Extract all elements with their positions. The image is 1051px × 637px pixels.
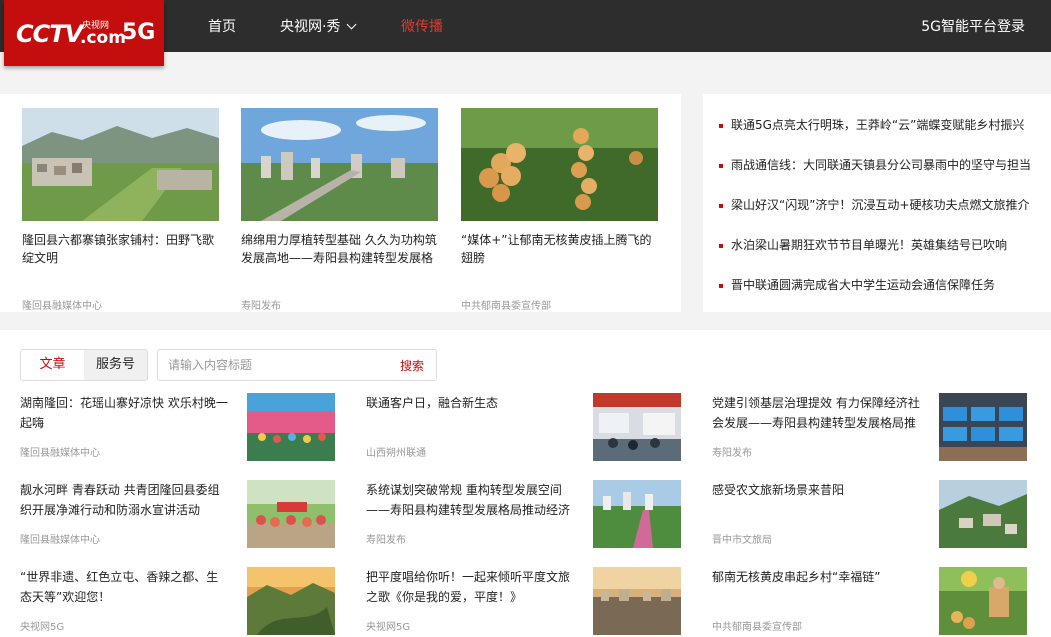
article-list-panel: 文章 服务号 搜索 湖南隆回：花瑶山寨好凉快 欢乐村晚一起嗨 隆回县融媒体中心 … <box>0 330 1051 637</box>
tab-service-accounts[interactable]: 服务号 <box>84 350 147 380</box>
headline-text: 梁山好汉“闪现”济宁！沉浸互动+硬核功夫点燃文旅推介 <box>731 198 1030 212</box>
article-source: 中共郁南县委宣传部 <box>712 622 802 633</box>
headline-item[interactable]: 水泊梁山暑期狂欢节节目单曝光！英雄集结号已吹响 <box>719 236 1035 253</box>
article-item[interactable]: 联通客户日，融合新生态 山西朔州联通 <box>366 393 688 461</box>
search-box: 搜索 <box>157 349 437 381</box>
article-title[interactable]: 靓水河畔 青春跃动 共青团隆回县委组织开展净滩行动和防溺水宣讲活动 <box>20 480 230 520</box>
nav-home-label: 首页 <box>208 19 236 35</box>
featured-source: 隆回县融媒体中心 <box>22 301 102 312</box>
article-source: 隆回县融媒体中心 <box>20 448 100 459</box>
featured-source: 中共郁南县委宣传部 <box>461 301 551 312</box>
article-source: 央视网5G <box>20 622 65 633</box>
article-image-farmland[interactable] <box>593 480 681 548</box>
headline-item[interactable]: 晋中联通圆满完成省大中学生运动会通信保障任务 <box>719 276 1035 293</box>
article-source: 山西朔州联通 <box>366 448 426 459</box>
logo-com-text: .com <box>80 28 126 48</box>
article-image-hall[interactable] <box>593 393 681 461</box>
headlines-panel: 联通5G点亮太行明珠，王莽岭“云”端蝶变赋能乡村振兴 雨战通信线：大同联通天镇县… <box>703 94 1051 312</box>
bullet-icon <box>719 243 723 248</box>
featured-image-village[interactable] <box>22 108 219 221</box>
article-image-volunteers[interactable] <box>247 480 335 548</box>
login-link[interactable]: 5G智能平台登录 <box>921 16 1025 36</box>
nav-home[interactable]: 首页 <box>208 16 236 36</box>
content-tabs: 文章 服务号 <box>20 349 148 381</box>
article-image-hill-village[interactable] <box>939 480 1027 548</box>
nav-cctv-show-label: 央视网·秀 <box>280 19 341 35</box>
bullet-icon <box>719 283 723 288</box>
article-title[interactable]: 联通客户日，融合新生态 <box>366 393 576 433</box>
nav-cctv-show[interactable]: 央视网·秀 <box>280 16 357 36</box>
top-header: CCTV 央视网 .com 5G 首页 央视网·秀 微传播 5G智能平台登录 <box>0 0 1051 66</box>
featured-title[interactable]: “媒体+”让郁南无核黄皮插上腾飞的翅膀 <box>461 231 658 267</box>
featured-panel: 隆回县六都寨镇张家铺村：田野飞歌绽文明 隆回县融媒体中心 绵绵用力厚植转型基础 … <box>0 94 681 312</box>
article-source: 隆回县融媒体中心 <box>20 535 100 546</box>
article-title[interactable]: 系统谋划突破常规 重构转型发展空间——寿阳县构建转型发展格局推动经济高质量发展 <box>366 480 576 520</box>
article-source: 寿阳发布 <box>712 448 752 459</box>
nav-micro-broadcast-label: 微传播 <box>401 19 443 35</box>
article-item[interactable]: “世界非遗、红色立屯、香辣之都、生态天等”欢迎您！ 央视网5G <box>20 567 342 635</box>
featured-image-city[interactable] <box>241 108 438 221</box>
search-input[interactable] <box>158 350 378 380</box>
featured-image-fruit[interactable] <box>461 108 658 221</box>
logo-5g-text: 5G <box>122 20 156 45</box>
bullet-icon <box>719 163 723 168</box>
featured-title[interactable]: 绵绵用力厚植转型基础 久久为功构筑发展高地——寿阳县构建转型发展格局推动经济高质… <box>241 231 438 267</box>
article-image-performance[interactable] <box>247 393 335 461</box>
search-button[interactable]: 搜索 <box>400 357 424 374</box>
article-title[interactable]: 郁南无核黄皮串起乡村“幸福链” <box>712 567 922 607</box>
nav-micro-broadcast[interactable]: 微传播 <box>401 16 443 36</box>
article-item[interactable]: 感受农文旅新场景来昔阳 晋中市文旅局 <box>712 480 1034 548</box>
article-title[interactable]: “世界非遗、红色立屯、香辣之都、生态天等”欢迎您！ <box>20 567 230 607</box>
featured-card[interactable]: 绵绵用力厚植转型基础 久久为功构筑发展高地——寿阳县构建转型发展格局推动经济高质… <box>241 108 438 312</box>
headline-item[interactable]: 梁山好汉“闪现”济宁！沉浸互动+硬核功夫点燃文旅推介 <box>719 196 1035 213</box>
article-source: 寿阳发布 <box>366 535 406 546</box>
article-title[interactable]: 感受农文旅新场景来昔阳 <box>712 480 922 520</box>
article-image-sunset-valley[interactable] <box>247 567 335 635</box>
article-item[interactable]: 靓水河畔 青春跃动 共青团隆回县委组织开展净滩行动和防溺水宣讲活动 隆回县融媒体… <box>20 480 342 548</box>
article-image-city-aerial[interactable] <box>593 567 681 635</box>
headline-text: 水泊梁山暑期狂欢节节目单曝光！英雄集结号已吹响 <box>731 238 1008 252</box>
article-title[interactable]: 党建引领基层治理提效 有力保障经济社会发展——寿阳县构建转型发展格局推动经济高质… <box>712 393 922 433</box>
bullet-icon <box>719 203 723 208</box>
article-image-fruit-stall[interactable] <box>939 567 1027 635</box>
chevron-down-icon <box>347 19 357 30</box>
headline-text: 晋中联通圆满完成省大中学生运动会通信保障任务 <box>731 278 996 292</box>
article-item[interactable]: 系统谋划突破常规 重构转型发展空间——寿阳县构建转型发展格局推动经济高质量发展 … <box>366 480 688 548</box>
headline-text: 联通5G点亮太行明珠，王莽岭“云”端蝶变赋能乡村振兴 <box>731 118 1025 132</box>
featured-card[interactable]: 隆回县六都寨镇张家铺村：田野飞歌绽文明 隆回县融媒体中心 <box>22 108 219 312</box>
article-title[interactable]: 湖南隆回：花瑶山寨好凉快 欢乐村晚一起嗨 <box>20 393 230 433</box>
article-item[interactable]: 党建引领基层治理提效 有力保障经济社会发展——寿阳县构建转型发展格局推动经济高质… <box>712 393 1034 461</box>
tab-articles[interactable]: 文章 <box>21 350 84 380</box>
cctv-5g-logo[interactable]: CCTV 央视网 .com 5G <box>4 0 164 66</box>
article-source: 晋中市文旅局 <box>712 535 772 546</box>
headline-item[interactable]: 雨战通信线：大同联通天镇县分公司暴雨中的坚守与担当 <box>719 156 1035 173</box>
article-item[interactable]: 把平度唱给你听！一起来倾听平度文旅之歌《你是我的爱，平度！》 央视网5G <box>366 567 688 635</box>
featured-card[interactable]: “媒体+”让郁南无核黄皮插上腾飞的翅膀 中共郁南县委宣传部 <box>461 108 658 312</box>
article-item[interactable]: 湖南隆回：花瑶山寨好凉快 欢乐村晚一起嗨 隆回县融媒体中心 <box>20 393 342 461</box>
bullet-icon <box>719 123 723 128</box>
logo-cctv-text: CCTV <box>16 20 83 48</box>
article-image-screens[interactable] <box>939 393 1027 461</box>
article-item[interactable]: 郁南无核黄皮串起乡村“幸福链” 中共郁南县委宣传部 <box>712 567 1034 635</box>
featured-source: 寿阳发布 <box>241 301 281 312</box>
featured-title[interactable]: 隆回县六都寨镇张家铺村：田野飞歌绽文明 <box>22 231 219 267</box>
article-source: 央视网5G <box>366 622 411 633</box>
headline-item[interactable]: 联通5G点亮太行明珠，王莽岭“云”端蝶变赋能乡村振兴 <box>719 116 1035 133</box>
headline-text: 雨战通信线：大同联通天镇县分公司暴雨中的坚守与担当 <box>731 158 1032 172</box>
article-title[interactable]: 把平度唱给你听！一起来倾听平度文旅之歌《你是我的爱，平度！》 <box>366 567 576 607</box>
